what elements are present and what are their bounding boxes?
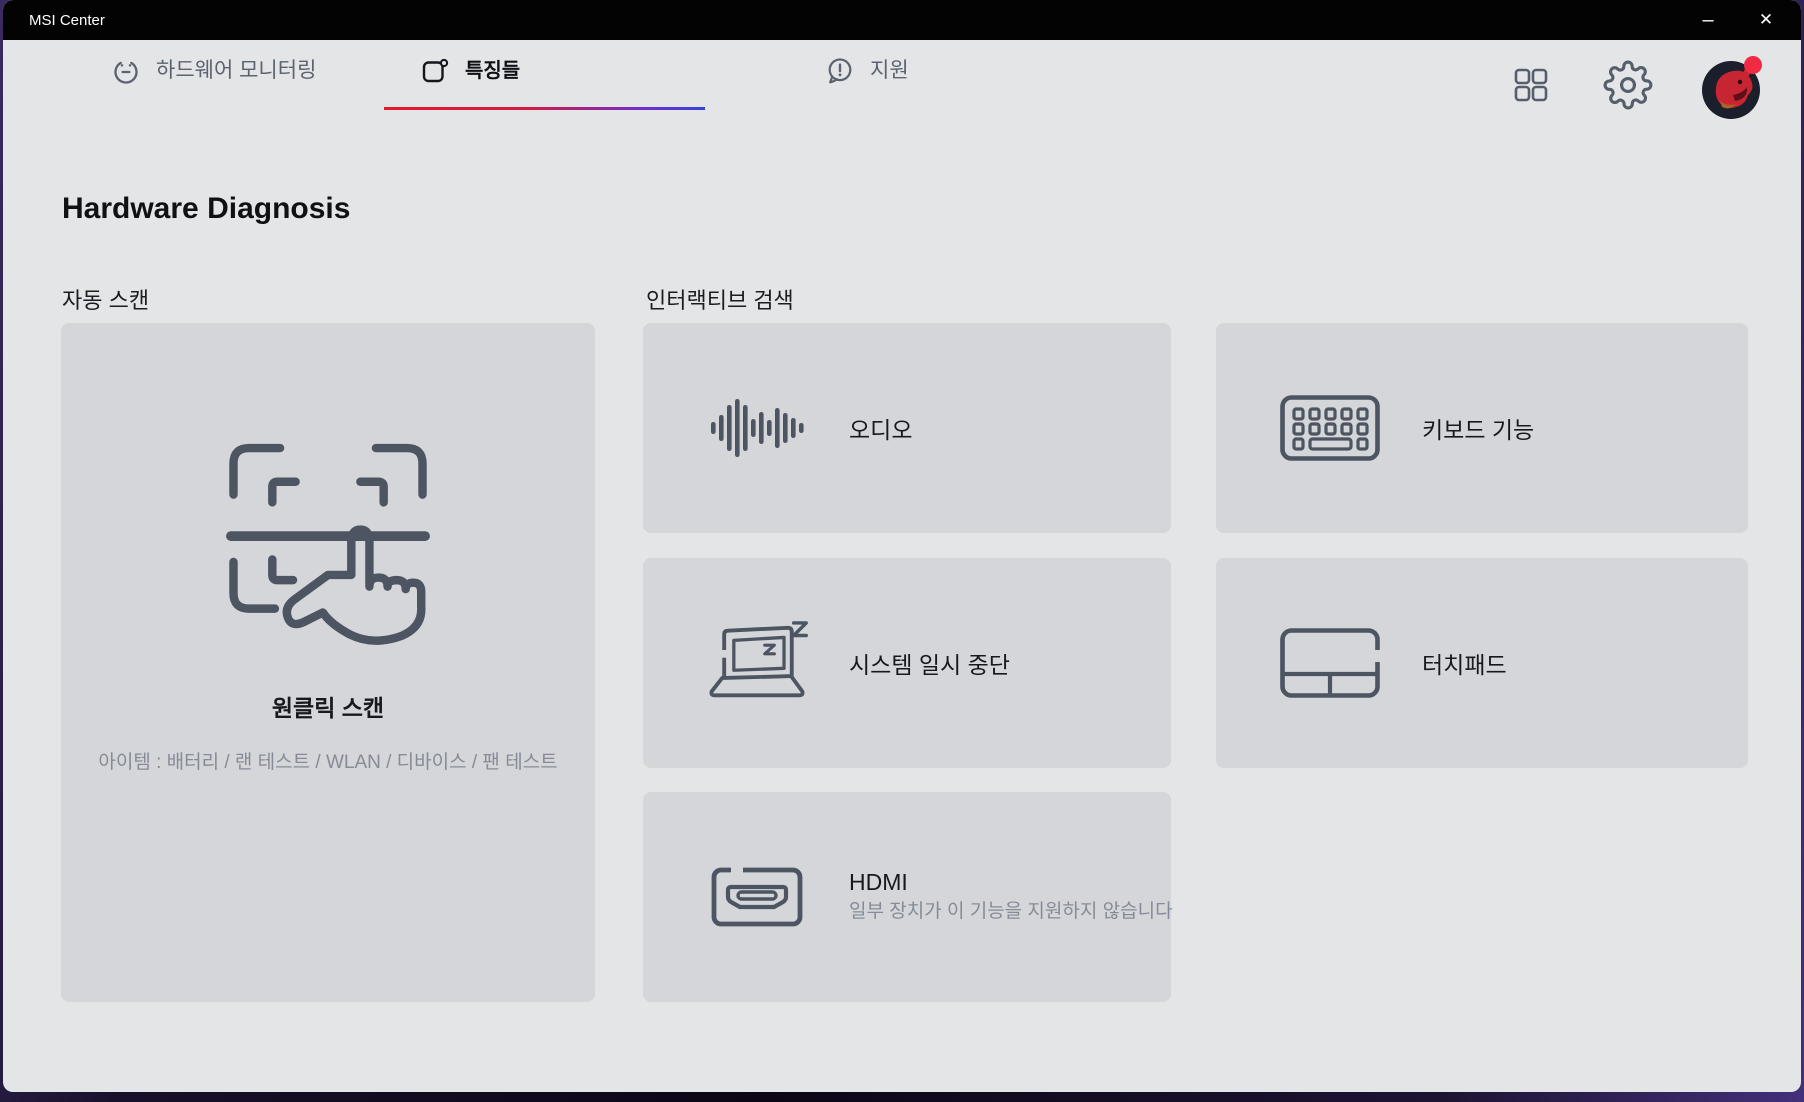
active-tab-underline [384,107,705,110]
apps-grid-icon [1514,68,1548,102]
close-button[interactable]: ✕ [1737,0,1795,40]
tab-features[interactable]: 특징들 [384,46,705,110]
tab-label: 특징들 [465,60,521,82]
gauge-icon [114,61,138,84]
one-click-scan-card[interactable]: 원클릭 스캔 아이템 : 배터리 / 랜 테스트 / WLAN / 디바이스 /… [61,323,595,1002]
window-title: MSI Center [29,11,105,29]
audio-icon-box [701,392,813,464]
keyboard-icon [1280,395,1380,461]
window-controls: – ✕ [1679,0,1795,40]
settings-gear-icon [1603,60,1653,110]
tab-label: 하드웨어 모니터링 [156,59,317,82]
desktop-background: MSI Center – ✕ 하드웨어 모니터링 특징들 지원 Hardware… [0,0,1804,1102]
hdmi-port-icon [711,867,803,927]
suspend-icon-box [701,619,813,708]
app-features-icon [422,58,449,83]
keyboard-icon-box [1274,395,1386,461]
system-suspend-card[interactable]: 시스템 일시 중단 [643,558,1171,768]
tab-hardware-monitoring[interactable]: 하드웨어 모니터링 [111,46,316,110]
hdmi-text-block: HDMI 일부 장치가 이 기능을 지원하지 않습니다 [849,869,1179,926]
msi-center-window: MSI Center – ✕ 하드웨어 모니터링 특징들 지원 Hardware… [3,0,1801,1092]
hdmi-card[interactable]: HDMI 일부 장치가 이 기능을 지원하지 않습니다 [643,792,1173,1002]
keyboard-card-label: 키보드 기능 [1422,417,1535,443]
hdmi-card-note: 일부 장치가 이 기능을 지원하지 않습니다 [849,900,1173,922]
page-title: Hardware Diagnosis [62,192,351,225]
touchpad-icon [1280,628,1380,698]
scan-card-title: 원클릭 스캔 [271,695,385,721]
user-avatar[interactable] [1699,54,1767,122]
settings-button[interactable] [1603,60,1653,110]
suspend-card-label: 시스템 일시 중단 [849,652,1010,678]
hdmi-card-label: HDMI [849,868,908,895]
touchpad-icon-box [1274,628,1386,698]
laptop-sleep-icon [709,620,808,697]
touchpad-card[interactable]: 터치패드 [1216,558,1748,768]
audio-waveform-icon [711,399,804,457]
one-click-scan-icon [226,443,430,645]
minimize-button[interactable]: – [1679,0,1737,40]
titlebar: MSI Center – ✕ [3,0,1801,40]
apps-grid-button[interactable] [1512,66,1550,104]
section-auto-scan-label: 자동 스캔 [62,288,150,313]
dragon-avatar-icon [1702,56,1762,119]
touchpad-card-label: 터치패드 [1422,652,1507,678]
help-bubble-icon [828,58,852,84]
notification-badge [1744,56,1762,74]
hdmi-icon-box [701,867,813,927]
keyboard-card[interactable]: 키보드 기능 [1216,323,1748,533]
audio-card-label: 오디오 [849,417,913,443]
audio-card[interactable]: 오디오 [643,323,1171,533]
tab-label: 지원 [870,59,909,82]
section-interactive-label: 인터랙티브 검색 [646,288,794,313]
tab-support[interactable]: 지원 [825,46,909,110]
scan-card-caption: 아이템 : 배터리 / 랜 테스트 / WLAN / 디바이스 / 팬 테스트 [98,752,558,773]
